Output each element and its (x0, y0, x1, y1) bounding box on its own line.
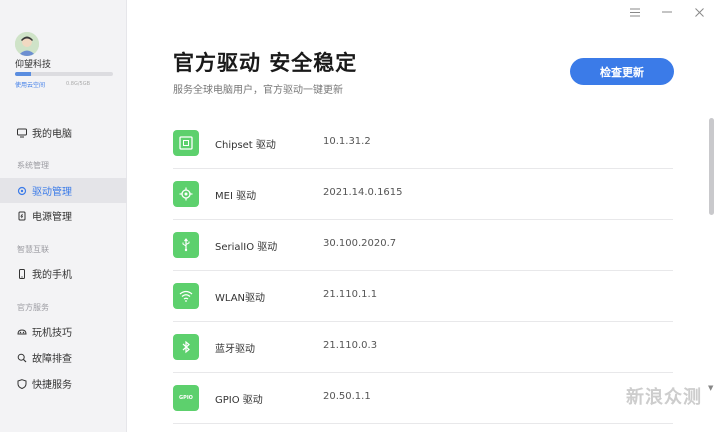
check-update-button[interactable]: 检查更新 (570, 58, 674, 85)
sidebar-item-my-computer[interactable]: 我的电脑 (0, 120, 127, 145)
search-icon (17, 353, 27, 363)
sidebar-item-power-management[interactable]: 电源管理 (0, 203, 127, 228)
driver-row[interactable]: Chipset 驱动 10.1.31.2 (173, 118, 673, 169)
section-label-smart-connect: 智慧互联 (17, 245, 49, 254)
sidebar: 仰望科技 使用云空间 0.8G/5GB 我的电脑 系统管理 驱动管理 电源管理 … (0, 0, 127, 432)
settings-gear-icon (173, 181, 199, 207)
storage-size-label: 0.8G/5GB (66, 81, 90, 87)
shield-icon (17, 378, 27, 389)
sidebar-item-driver-management[interactable]: 驱动管理 (0, 178, 127, 203)
gpio-icon: GPIO (173, 385, 199, 411)
cloud-storage-link[interactable]: 使用云空间 (15, 80, 45, 89)
section-label-official-service: 官方服务 (17, 303, 49, 312)
sidebar-item-quick-service[interactable]: 快捷服务 (0, 371, 127, 396)
sidebar-item-my-phone[interactable]: 我的手机 (0, 261, 127, 286)
watermark: 新浪众测 (626, 387, 702, 408)
wifi-icon (173, 283, 199, 309)
window-controls (628, 5, 706, 19)
page-subtitle: 服务全球电脑用户，官方驱动一键更新 (173, 85, 343, 96)
driver-version: 21.110.1.1 (323, 289, 378, 300)
section-label-system: 系统管理 (17, 161, 49, 170)
driver-name: MEI 驱动 (215, 191, 257, 202)
computer-icon (17, 128, 27, 138)
username: 仰望科技 (15, 60, 52, 70)
bluetooth-icon (173, 334, 199, 360)
driver-name: GPIO 驱动 (215, 395, 263, 406)
tips-icon (17, 327, 27, 337)
driver-name: Chipset 驱动 (215, 140, 276, 151)
driver-row[interactable]: WLAN驱动 21.110.1.1 (173, 271, 673, 322)
settings-icon (17, 186, 27, 196)
driver-version: 10.1.31.2 (323, 136, 371, 147)
driver-row[interactable]: 蓝牙驱动 21.110.0.3 (173, 322, 673, 373)
sidebar-item-label: 我的电脑 (32, 129, 72, 140)
driver-name: WLAN驱动 (215, 293, 266, 304)
power-icon (17, 211, 27, 221)
sidebar-item-label: 电源管理 (32, 212, 72, 223)
driver-version: 2021.14.0.1615 (323, 187, 403, 198)
sidebar-item-label: 故障排查 (32, 354, 72, 365)
storage-progress-bar (15, 72, 113, 76)
driver-name: SerialIO 驱动 (215, 242, 278, 253)
sidebar-item-label: 我的手机 (32, 270, 72, 281)
chip-icon (173, 130, 199, 156)
sidebar-item-label: 玩机技巧 (32, 328, 72, 339)
sidebar-item-label: 快捷服务 (32, 380, 72, 391)
close-icon[interactable] (692, 5, 706, 19)
driver-row[interactable]: SerialIO 驱动 30.100.2020.7 (173, 220, 673, 271)
minimize-icon[interactable] (660, 5, 674, 19)
sidebar-item-tips[interactable]: 玩机技巧 (0, 319, 127, 344)
main-panel: 官方驱动 安全稳定 服务全球电脑用户，官方驱动一键更新 检查更新 Chipset… (128, 0, 720, 432)
driver-version: 30.100.2020.7 (323, 238, 397, 249)
page-title: 官方驱动 安全稳定 (173, 51, 358, 75)
sidebar-item-troubleshoot[interactable]: 故障排查 (0, 345, 127, 370)
driver-name: 蓝牙驱动 (215, 344, 255, 355)
driver-version: 21.110.0.3 (323, 340, 378, 351)
sidebar-item-label: 驱动管理 (32, 187, 72, 198)
usb-icon (173, 232, 199, 258)
phone-icon (17, 268, 27, 279)
scroll-down-arrow-icon[interactable]: ▼ (708, 384, 713, 392)
menu-icon[interactable] (628, 5, 642, 19)
driver-row[interactable]: MEI 驱动 2021.14.0.1615 (173, 169, 673, 220)
driver-row[interactable]: GPIO GPIO 驱动 20.50.1.1 (173, 373, 673, 424)
avatar[interactable] (15, 32, 39, 56)
scrollbar[interactable] (709, 118, 714, 215)
driver-version: 20.50.1.1 (323, 391, 371, 402)
